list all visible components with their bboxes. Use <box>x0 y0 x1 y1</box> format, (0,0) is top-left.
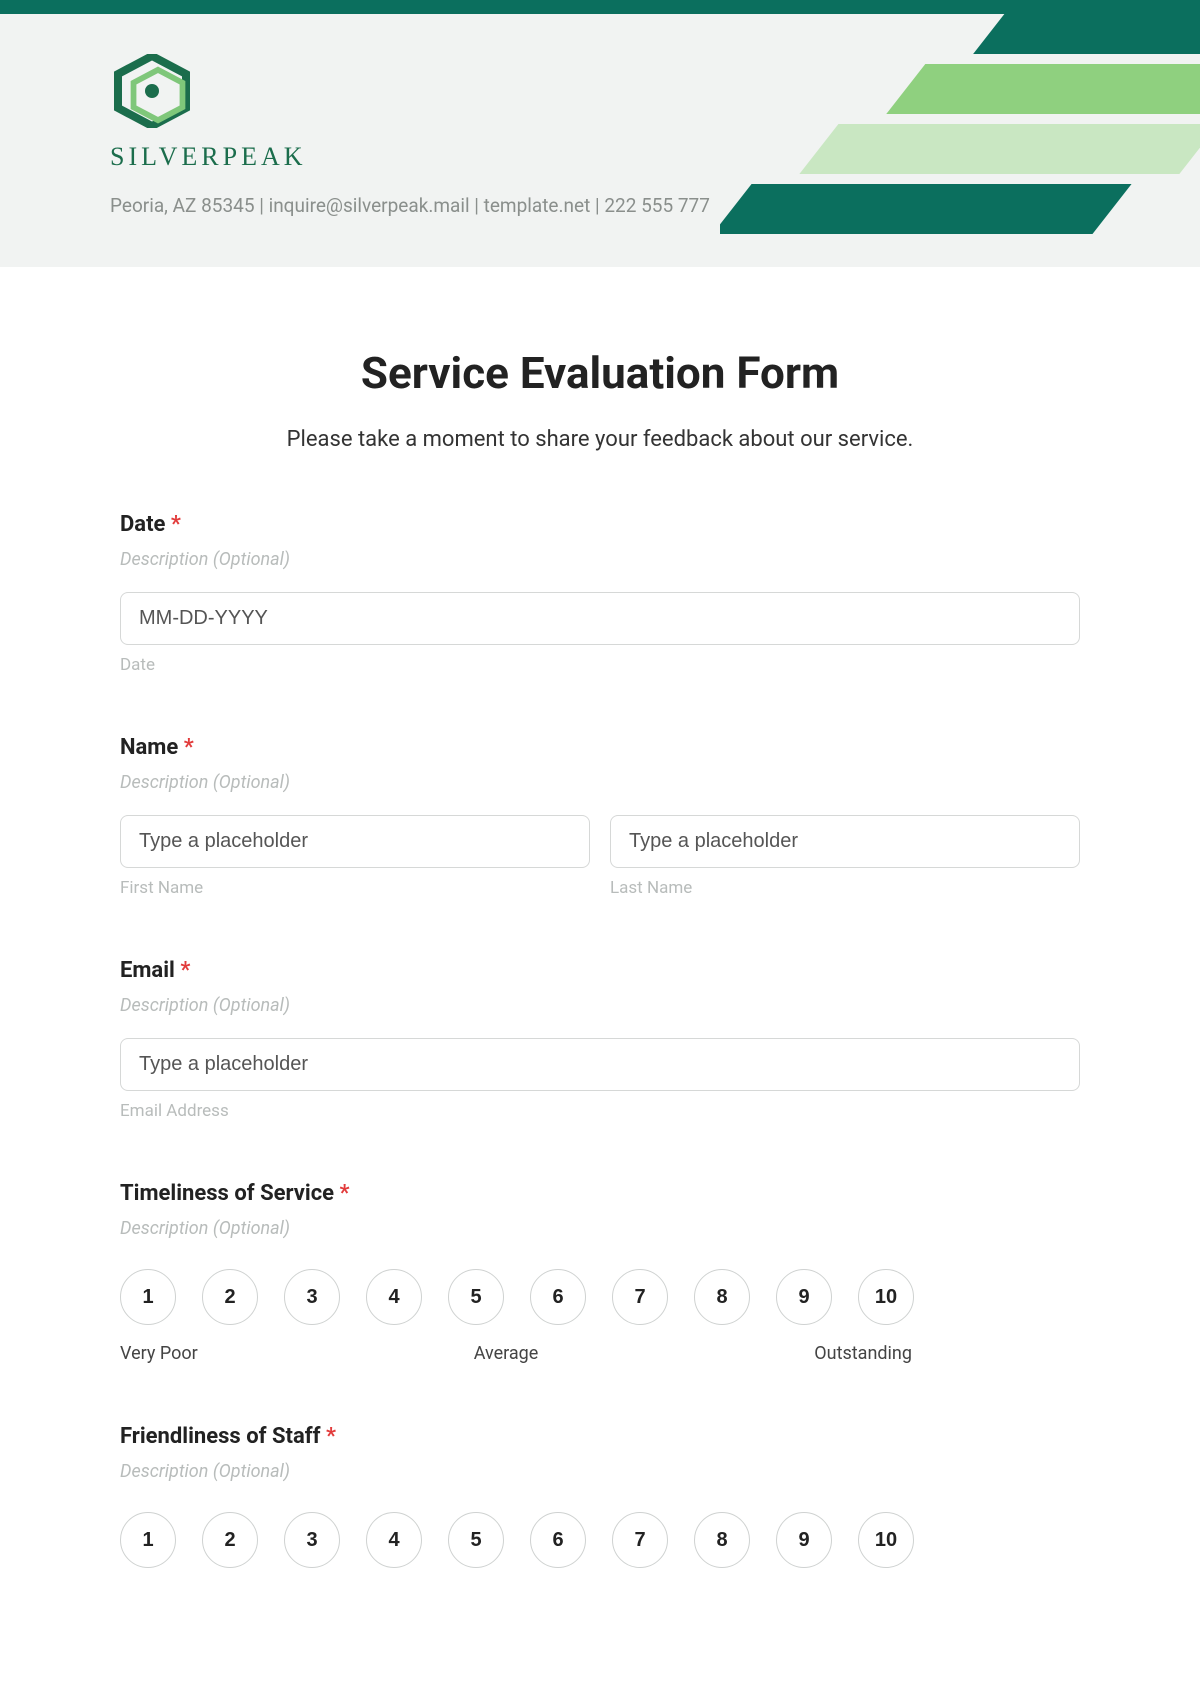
scale-option-2[interactable]: 2 <box>202 1269 258 1325</box>
field-timeliness: Timeliness of Service * Description (Opt… <box>120 1181 1080 1364</box>
scale-option-2[interactable]: 2 <box>202 1512 258 1568</box>
name-description[interactable]: Description (Optional) <box>120 772 1080 793</box>
required-marker: * <box>180 958 190 983</box>
friendliness-scale: 1 2 3 4 5 6 7 8 9 10 <box>120 1512 1080 1568</box>
timeliness-anchors: Very Poor Average Outstanding <box>120 1343 912 1364</box>
scale-option-10[interactable]: 10 <box>858 1269 914 1325</box>
scale-option-10[interactable]: 10 <box>858 1512 914 1568</box>
form-title: Service Evaluation Form <box>120 347 1080 399</box>
date-label-text: Date <box>120 512 165 537</box>
date-label: Date * <box>120 512 1080 537</box>
timeliness-description[interactable]: Description (Optional) <box>120 1218 1080 1239</box>
first-name-input[interactable] <box>120 815 590 868</box>
required-marker: * <box>340 1181 350 1206</box>
scale-option-8[interactable]: 8 <box>694 1512 750 1568</box>
email-sublabel: Email Address <box>120 1101 1080 1121</box>
email-label-text: Email <box>120 958 175 983</box>
first-name-sublabel: First Name <box>120 878 590 898</box>
friendliness-description[interactable]: Description (Optional) <box>120 1461 1080 1482</box>
last-name-input[interactable] <box>610 815 1080 868</box>
scale-option-7[interactable]: 7 <box>612 1269 668 1325</box>
scale-option-1[interactable]: 1 <box>120 1512 176 1568</box>
scale-option-4[interactable]: 4 <box>366 1512 422 1568</box>
anchor-mid: Average <box>474 1343 539 1364</box>
email-description[interactable]: Description (Optional) <box>120 995 1080 1016</box>
scale-option-8[interactable]: 8 <box>694 1269 750 1325</box>
field-friendliness: Friendliness of Staff * Description (Opt… <box>120 1424 1080 1568</box>
scale-option-4[interactable]: 4 <box>366 1269 422 1325</box>
field-email: Email * Description (Optional) Email Add… <box>120 958 1080 1121</box>
scale-option-6[interactable]: 6 <box>530 1512 586 1568</box>
form-body: Service Evaluation Form Please take a mo… <box>0 267 1200 1608</box>
last-name-sublabel: Last Name <box>610 878 1080 898</box>
required-marker: * <box>171 512 181 537</box>
field-date: Date * Description (Optional) Date <box>120 512 1080 675</box>
logo-icon <box>110 54 194 128</box>
required-marker: * <box>184 735 194 760</box>
scale-option-7[interactable]: 7 <box>612 1512 668 1568</box>
scale-option-9[interactable]: 9 <box>776 1269 832 1325</box>
friendliness-label: Friendliness of Staff * <box>120 1424 1080 1449</box>
required-marker: * <box>326 1424 336 1449</box>
name-label: Name * <box>120 735 1080 760</box>
scale-option-3[interactable]: 3 <box>284 1512 340 1568</box>
timeliness-label: Timeliness of Service * <box>120 1181 1080 1206</box>
timeliness-label-text: Timeliness of Service <box>120 1181 334 1206</box>
scale-option-3[interactable]: 3 <box>284 1269 340 1325</box>
top-accent-bar <box>0 0 1200 14</box>
header: SILVERPEAK Peoria, AZ 85345 | inquire@si… <box>0 14 1200 267</box>
email-input[interactable] <box>120 1038 1080 1091</box>
brand-name: SILVERPEAK <box>110 142 1090 172</box>
email-label: Email * <box>120 958 1080 983</box>
date-description[interactable]: Description (Optional) <box>120 549 1080 570</box>
date-sublabel: Date <box>120 655 1080 675</box>
scale-option-6[interactable]: 6 <box>530 1269 586 1325</box>
form-subtitle: Please take a moment to share your feedb… <box>120 427 1080 452</box>
scale-option-1[interactable]: 1 <box>120 1269 176 1325</box>
name-label-text: Name <box>120 735 178 760</box>
logo-block: SILVERPEAK <box>110 54 1090 172</box>
friendliness-label-text: Friendliness of Staff <box>120 1424 320 1449</box>
field-name: Name * Description (Optional) First Name… <box>120 735 1080 898</box>
anchor-high: Outstanding <box>814 1343 912 1364</box>
timeliness-scale: 1 2 3 4 5 6 7 8 9 10 <box>120 1269 1080 1325</box>
anchor-low: Very Poor <box>120 1343 198 1364</box>
scale-option-9[interactable]: 9 <box>776 1512 832 1568</box>
contact-line: Peoria, AZ 85345 | inquire@silverpeak.ma… <box>110 194 1090 217</box>
date-input[interactable] <box>120 592 1080 645</box>
scale-option-5[interactable]: 5 <box>448 1512 504 1568</box>
scale-option-5[interactable]: 5 <box>448 1269 504 1325</box>
